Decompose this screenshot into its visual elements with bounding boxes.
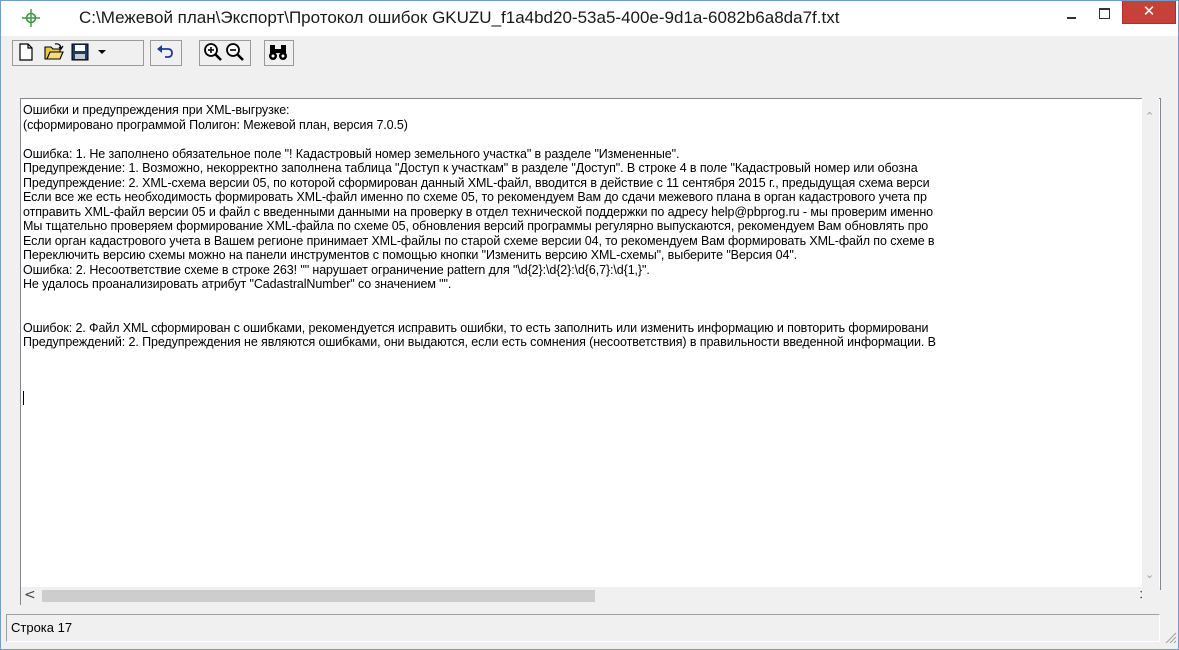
minimize-icon <box>1067 17 1076 19</box>
editor-line: Переключить версию схемы можно на панели… <box>23 248 798 262</box>
editor-line: Не удалось проанализировать атрибут "Cad… <box>23 277 452 291</box>
toolbar <box>1 37 1178 99</box>
app-window: C:\Межевой план\Экспорт\Протокол ошибок … <box>0 0 1179 650</box>
undo-icon <box>157 45 173 58</box>
text-editor[interactable]: Ошибки и предупреждения при XML-выгрузке… <box>20 98 1161 590</box>
undo-button[interactable] <box>154 41 176 63</box>
binoculars-icon <box>269 45 287 60</box>
editor-line: Ошибок: 2. Файл XML сформирован с ошибка… <box>23 320 929 335</box>
editor-line: Предупреждение: 1. Возможно, некорректно… <box>23 161 918 175</box>
maximize-icon <box>1099 8 1110 19</box>
save-dropdown-button[interactable] <box>93 41 111 63</box>
editor-line: Предупреждений: 2. Предупреждения не явл… <box>23 335 936 349</box>
scrollbar-corner <box>1142 587 1159 605</box>
horizontal-scrollbar[interactable]: < > <box>20 587 1160 605</box>
editor-line: Ошибка: 1. Не заполнено обязательное пол… <box>23 146 680 161</box>
chevron-down-icon <box>98 50 106 54</box>
scroll-down-arrow-icon[interactable]: ⌄ <box>1145 568 1154 581</box>
resize-grip-icon[interactable] <box>1163 630 1177 644</box>
save-button[interactable] <box>69 41 91 63</box>
status-bar: Строка 17 <box>1 608 1178 649</box>
minimize-button[interactable] <box>1054 1 1088 31</box>
editor-line: отправить XML-файл версии 05 и файл с вв… <box>23 204 933 219</box>
editor-line: Мы тщательно проверяем формирование XML-… <box>23 219 929 233</box>
find-button[interactable] <box>267 41 289 63</box>
editor-line: Ошибка: 2. Несоответствие схеме в строке… <box>23 262 650 277</box>
title-bar[interactable]: C:\Межевой план\Экспорт\Протокол ошибок … <box>1 1 1178 36</box>
open-folder-icon <box>44 43 64 60</box>
text-caret <box>23 391 24 405</box>
vertical-scrollbar[interactable]: ⌃ ⌄ <box>1142 98 1159 588</box>
horizontal-scroll-thumb[interactable] <box>42 590 595 602</box>
zoom-out-button[interactable] <box>224 41 246 63</box>
app-crosshair-icon <box>22 9 40 27</box>
editor-line: Если орган кадастрового учета в Вашем ре… <box>23 233 935 248</box>
editor-text-content[interactable]: Ошибки и предупреждения при XML-выгрузке… <box>23 103 1143 579</box>
scroll-left-arrow-icon[interactable]: < <box>24 587 36 603</box>
status-line-indicator: Строка 17 <box>11 620 73 635</box>
new-document-button[interactable] <box>15 41 37 63</box>
status-panel: Строка 17 <box>6 614 1160 642</box>
close-button[interactable]: ✕ <box>1122 1 1176 24</box>
editor-line: Предупреждение: 2. XML-схема версии 05, … <box>23 175 930 190</box>
zoom-in-button[interactable] <box>202 41 224 63</box>
close-icon: ✕ <box>1142 2 1156 20</box>
editor-line: Ошибки и предупреждения при XML-выгрузке… <box>23 103 290 117</box>
new-document-icon <box>19 43 33 61</box>
floppy-disk-icon <box>71 43 89 61</box>
zoom-in-icon <box>204 43 222 61</box>
editor-line: (сформировано программой Полигон: Межево… <box>23 117 408 132</box>
window-title: C:\Межевой план\Экспорт\Протокол ошибок … <box>79 8 840 27</box>
editor-line: Если все же есть необходимость формирова… <box>23 190 927 204</box>
open-button[interactable] <box>43 41 65 63</box>
zoom-out-icon <box>226 43 244 61</box>
maximize-button[interactable] <box>1088 1 1120 31</box>
scroll-up-arrow-icon[interactable]: ⌃ <box>1145 110 1154 123</box>
